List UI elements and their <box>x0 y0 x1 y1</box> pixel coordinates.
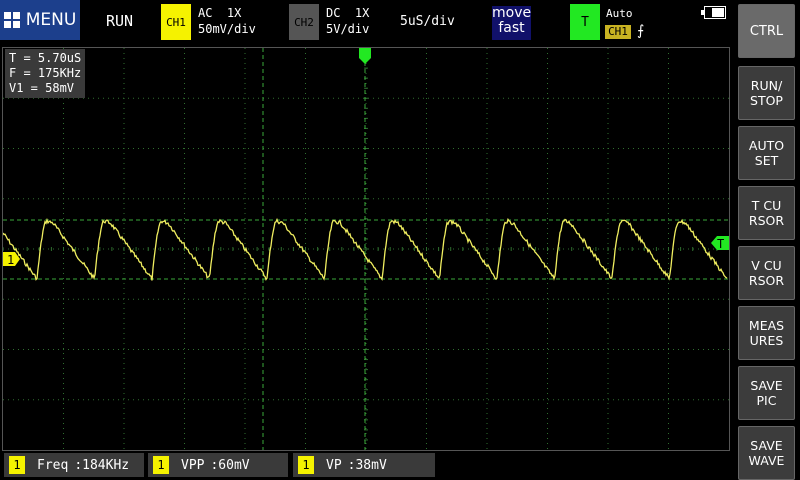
auto-set-button[interactable]: AUTO SET <box>738 126 795 180</box>
menu-grid-icon <box>3 12 20 28</box>
timebase-setting[interactable]: 5uS/div <box>400 14 455 29</box>
trigger-edge-icon: ⨍ <box>637 23 645 39</box>
ch1-scale: 50mV/div <box>198 22 256 36</box>
measurement-vp[interactable]: 1 VP :38mV <box>293 453 435 477</box>
ch1-settings[interactable]: AC 1X 50mV/div <box>198 5 256 37</box>
ch1-level-marker-label: 1 <box>7 253 14 267</box>
v-cursor-button[interactable]: V CU RSOR <box>738 246 795 300</box>
frequency-readout: F = 175KHz <box>9 66 82 80</box>
ch2-scale: 5V/div <box>326 22 370 36</box>
measurement-label: VP <box>326 457 342 473</box>
side-button-panel: CTRL RUN/ STOP AUTO SET T CU RSOR V CU RSOR M… <box>738 0 800 480</box>
measurement-vpp[interactable]: 1 VPP :60mV <box>148 453 288 477</box>
ch2-settings[interactable]: DC 1X 5V/div <box>326 5 369 37</box>
cursor-readout: T = 5.70uS F = 175KHz V1 = 58mV <box>5 49 86 98</box>
menu-button[interactable]: MENU <box>0 0 80 40</box>
menu-label: MENU <box>25 10 77 30</box>
ch1-tag[interactable]: CH1 <box>161 4 191 40</box>
measures-button[interactable]: MEAS URES <box>738 306 795 360</box>
measurement-label: Freq <box>37 457 69 473</box>
trigger-mode[interactable]: Auto <box>606 7 633 20</box>
move-label: move <box>492 5 532 21</box>
v1-readout: V1 = 58mV <box>9 81 75 95</box>
waveform-canvas: 1T <box>3 48 729 450</box>
save-wave-button[interactable]: SAVE WAVE <box>738 426 795 480</box>
run-state-indicator[interactable]: RUN <box>106 12 133 30</box>
measurement-value: :184KHz <box>74 457 130 473</box>
move-speed: fast <box>498 20 525 36</box>
t-cursor-button[interactable]: T CU RSOR <box>738 186 795 240</box>
save-pic-button[interactable]: SAVE PIC <box>738 366 795 420</box>
scope-display[interactable]: 1T T = 5.70uS F = 175KHz V1 = 58mV <box>2 47 730 451</box>
trigger-tag[interactable]: T <box>570 4 600 40</box>
measurement-freq[interactable]: 1 Freq :184KHz <box>4 453 144 477</box>
trigger-level-marker-label: T <box>717 237 724 251</box>
period-readout: T = 5.70uS <box>9 51 82 65</box>
run-stop-button[interactable]: RUN/ STOP <box>738 66 795 120</box>
move-speed-button[interactable]: move fast <box>492 6 531 40</box>
measurement-value: :60mV <box>210 457 250 473</box>
ch2-tag[interactable]: CH2 <box>289 4 319 40</box>
measurement-channel-badge: 1 <box>298 456 314 474</box>
ctrl-button[interactable]: CTRL <box>738 4 795 58</box>
trigger-position-marker <box>359 48 371 64</box>
measurement-channel-badge: 1 <box>153 456 169 474</box>
measurement-label: VPP <box>181 457 205 473</box>
measurement-channel-badge: 1 <box>9 456 25 474</box>
ch2-coupling: DC 1X <box>326 6 370 20</box>
battery-icon <box>701 6 726 19</box>
measurement-value: :38mV <box>347 457 387 473</box>
trigger-source[interactable]: CH1 <box>605 25 631 39</box>
ch1-coupling: AC 1X <box>198 6 242 20</box>
